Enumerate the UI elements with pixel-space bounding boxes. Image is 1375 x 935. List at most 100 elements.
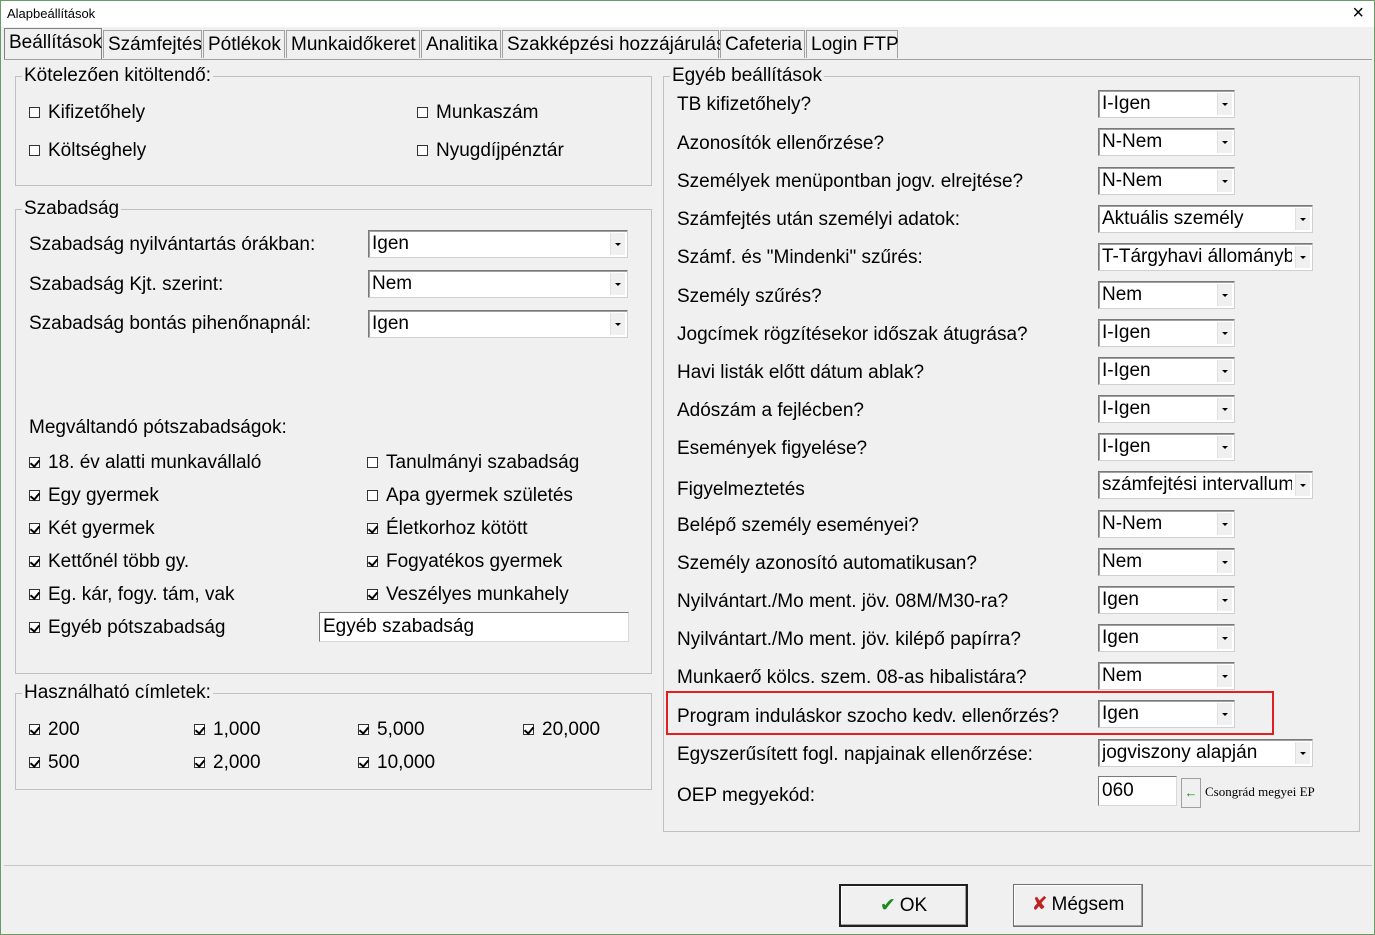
- extra-leave-under18[interactable]: 18. év alatti munkavállaló: [29, 452, 261, 474]
- checkbox-icon[interactable]: [367, 457, 378, 469]
- chevron-down-icon[interactable]: [610, 233, 625, 255]
- checkbox-checked-icon[interactable]: [29, 457, 40, 469]
- select-personal[interactable]: Aktuális személy: [1098, 205, 1313, 233]
- select-hide[interactable]: N-Nem: [1098, 167, 1235, 195]
- tab-login-ftp[interactable]: Login FTP: [806, 30, 899, 58]
- extra-leave-father[interactable]: Apa gyermek születés: [367, 485, 573, 507]
- chevron-down-icon[interactable]: [610, 313, 625, 335]
- extra-leave-study[interactable]: Tanulmányi szabadság: [367, 452, 579, 474]
- extra-leave-more-children[interactable]: Kettőnél több gy.: [29, 551, 189, 573]
- chevron-down-icon[interactable]: [1217, 131, 1232, 153]
- tab-potlekok[interactable]: Pótlékok: [203, 30, 285, 58]
- checkbox-checked-icon[interactable]: [358, 757, 369, 769]
- select-filter-all[interactable]: T-Tárgyhavi állományba: [1098, 243, 1313, 271]
- select-entry-events[interactable]: N-Nem: [1098, 510, 1235, 538]
- denom-200[interactable]: 200: [29, 719, 80, 741]
- tab-analitika[interactable]: Analitika: [421, 30, 501, 58]
- chevron-down-icon[interactable]: [1295, 474, 1310, 496]
- extra-leave-disabled-child[interactable]: Fogyatékos gyermek: [367, 551, 562, 573]
- chevron-down-icon[interactable]: [1217, 665, 1232, 687]
- select-08m[interactable]: Igen: [1098, 586, 1235, 614]
- checkbox-icon[interactable]: [29, 107, 40, 119]
- chevron-down-icon[interactable]: [1295, 246, 1310, 268]
- chevron-down-icon[interactable]: [1217, 284, 1232, 306]
- required-nyugdijpenztar[interactable]: Nyugdíjpénztár: [417, 140, 564, 162]
- oep-lookup-button[interactable]: ←: [1181, 778, 1201, 808]
- select-simplified[interactable]: jogviszony alapján: [1098, 739, 1313, 767]
- extra-leave-dangerous[interactable]: Veszélyes munkahely: [367, 584, 569, 606]
- select-taxno[interactable]: I-Igen: [1098, 395, 1235, 423]
- tab-szamfejtes[interactable]: Számfejtés: [103, 30, 202, 58]
- checkbox-checked-icon[interactable]: [29, 556, 40, 568]
- select-person-filter[interactable]: Nem: [1098, 281, 1235, 309]
- chevron-down-icon[interactable]: [1217, 322, 1232, 344]
- chevron-down-icon[interactable]: [1217, 703, 1232, 725]
- chevron-down-icon[interactable]: [1217, 360, 1232, 382]
- checkbox-checked-icon[interactable]: [367, 556, 378, 568]
- chevron-down-icon[interactable]: [1217, 93, 1232, 115]
- checkbox-checked-icon[interactable]: [29, 589, 40, 601]
- extra-leave-age[interactable]: Életkorhoz kötött: [367, 518, 528, 540]
- select-date-window[interactable]: I-Igen: [1098, 357, 1235, 385]
- checkbox-icon[interactable]: [29, 145, 40, 157]
- extra-leave-health[interactable]: Eg. kár, fogy. tám, vak: [29, 584, 235, 606]
- extra-leave-two-children[interactable]: Két gyermek: [29, 518, 155, 540]
- chevron-down-icon[interactable]: [1295, 208, 1310, 230]
- other-leave-input[interactable]: Egyéb szabadság: [319, 612, 629, 642]
- leave-split-select[interactable]: Igen: [368, 310, 628, 338]
- denom-1000[interactable]: 1,000: [194, 719, 261, 741]
- select-ids[interactable]: N-Nem: [1098, 128, 1235, 156]
- checkbox-checked-icon[interactable]: [29, 523, 40, 535]
- select-events[interactable]: I-Igen: [1098, 433, 1235, 461]
- leave-hours-select[interactable]: Igen: [368, 230, 628, 258]
- denom-5000[interactable]: 5,000: [358, 719, 425, 741]
- select-skip[interactable]: I-Igen: [1098, 319, 1235, 347]
- required-kifizetohely[interactable]: Kifizetőhely: [29, 102, 145, 124]
- select-warning[interactable]: számfejtési intervallum: [1098, 471, 1313, 499]
- checkbox-checked-icon[interactable]: [194, 757, 205, 769]
- checkbox-checked-icon[interactable]: [29, 724, 40, 736]
- denom-20000[interactable]: 20,000: [523, 719, 600, 741]
- ok-button[interactable]: ✔ OK: [839, 884, 968, 927]
- extra-leave-one-child[interactable]: Egy gyermek: [29, 485, 159, 507]
- extra-leave-other[interactable]: Egyéb pótszabadság: [29, 617, 225, 639]
- tab-munkaidokeret[interactable]: Munkaidőkeret: [286, 30, 420, 58]
- checkbox-icon[interactable]: [417, 107, 428, 119]
- oep-input[interactable]: 060: [1098, 776, 1177, 806]
- chevron-down-icon[interactable]: [1217, 436, 1232, 458]
- chevron-down-icon[interactable]: [1217, 170, 1232, 192]
- checkbox-checked-icon[interactable]: [523, 724, 534, 736]
- checkbox-icon[interactable]: [417, 145, 428, 157]
- leave-kjt-select[interactable]: Nem: [368, 270, 628, 298]
- tab-beallitasok[interactable]: Beállítások: [4, 28, 102, 59]
- select-szocho[interactable]: Igen: [1098, 700, 1235, 728]
- select-tb[interactable]: I-Igen: [1098, 90, 1235, 118]
- select-08-errorlist[interactable]: Nem: [1098, 662, 1235, 690]
- chevron-down-icon[interactable]: [1217, 551, 1232, 573]
- chevron-down-icon[interactable]: [1217, 513, 1232, 535]
- select-exit-paper[interactable]: Igen: [1098, 624, 1235, 652]
- chevron-down-icon[interactable]: [1217, 398, 1232, 420]
- checkbox-checked-icon[interactable]: [29, 757, 40, 769]
- select-auto-id[interactable]: Nem: [1098, 548, 1235, 576]
- chevron-down-icon[interactable]: [1295, 742, 1310, 764]
- chevron-down-icon[interactable]: [610, 273, 625, 295]
- tab-cafeteria[interactable]: Cafeteria: [720, 30, 805, 58]
- checkbox-checked-icon[interactable]: [29, 490, 40, 502]
- checkbox-checked-icon[interactable]: [358, 724, 369, 736]
- denom-2000[interactable]: 2,000: [194, 752, 261, 774]
- required-munkaszam[interactable]: Munkaszám: [417, 102, 538, 124]
- denom-500[interactable]: 500: [29, 752, 80, 774]
- checkbox-checked-icon[interactable]: [29, 622, 40, 634]
- tab-szakkepzesi[interactable]: Szakképzési hozzájárulás: [502, 30, 726, 58]
- checkbox-icon[interactable]: [367, 490, 378, 502]
- chevron-down-icon[interactable]: [1217, 589, 1232, 611]
- cancel-button[interactable]: ✘ Mégsem: [1013, 884, 1143, 927]
- denom-10000[interactable]: 10,000: [358, 752, 435, 774]
- required-koltseghely[interactable]: Költséghely: [29, 140, 146, 162]
- chevron-down-icon[interactable]: [1217, 627, 1232, 649]
- checkbox-checked-icon[interactable]: [367, 523, 378, 535]
- close-icon[interactable]: ×: [1352, 2, 1364, 24]
- checkbox-checked-icon[interactable]: [194, 724, 205, 736]
- checkbox-checked-icon[interactable]: [367, 589, 378, 601]
